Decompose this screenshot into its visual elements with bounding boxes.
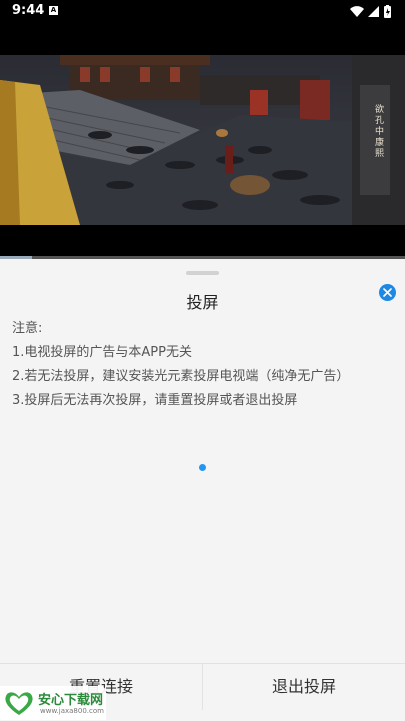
status-icons bbox=[349, 5, 395, 19]
wifi-icon bbox=[350, 6, 364, 17]
exit-cast-button[interactable]: 退出投屏 bbox=[203, 664, 405, 710]
status-bar: 9:44 A bbox=[0, 0, 405, 24]
notice-line-3: 3.投屏后无法再次投屏，请重置投屏或者退出投屏 bbox=[12, 393, 298, 408]
watermark-title: 安心下载网 bbox=[38, 693, 104, 708]
status-time: 9:44 bbox=[12, 3, 45, 18]
notice-text: 注意: 1.电视投屏的广告与本APP无关 2.若无法投屏，建议安装光元素投屏电视… bbox=[12, 317, 349, 413]
watermark-url: www.jaxa800.com bbox=[40, 707, 104, 715]
notice-heading: 注意: bbox=[12, 321, 43, 336]
battery-charging-icon bbox=[384, 5, 391, 18]
notice-line-1: 1.电视投屏的广告与本APP无关 bbox=[12, 345, 192, 360]
heart-logo-icon bbox=[5, 692, 33, 715]
notification-a-icon: A bbox=[49, 6, 58, 15]
drag-handle[interactable] bbox=[186, 271, 219, 275]
close-button[interactable] bbox=[379, 284, 396, 301]
video-frame bbox=[0, 55, 405, 225]
loading-indicator bbox=[199, 464, 206, 471]
close-icon bbox=[383, 288, 392, 297]
sheet-title: 投屏 bbox=[186, 293, 219, 312]
notice-line-2: 2.若无法投屏，建议安装光元素投屏电视端（纯净无广告） bbox=[12, 369, 350, 384]
video-player[interactable]: 欲孔中 康熙 bbox=[0, 55, 405, 225]
watermark: 安心下载网 www.jaxa800.com bbox=[0, 686, 106, 720]
cast-sheet: 投屏 注意: 1.电视投屏的广告与本APP无关 2.若无法投屏，建议安装光元素投… bbox=[0, 259, 405, 721]
video-caption: 欲孔中 康熙 bbox=[375, 105, 385, 159]
signal-icon bbox=[368, 6, 379, 17]
